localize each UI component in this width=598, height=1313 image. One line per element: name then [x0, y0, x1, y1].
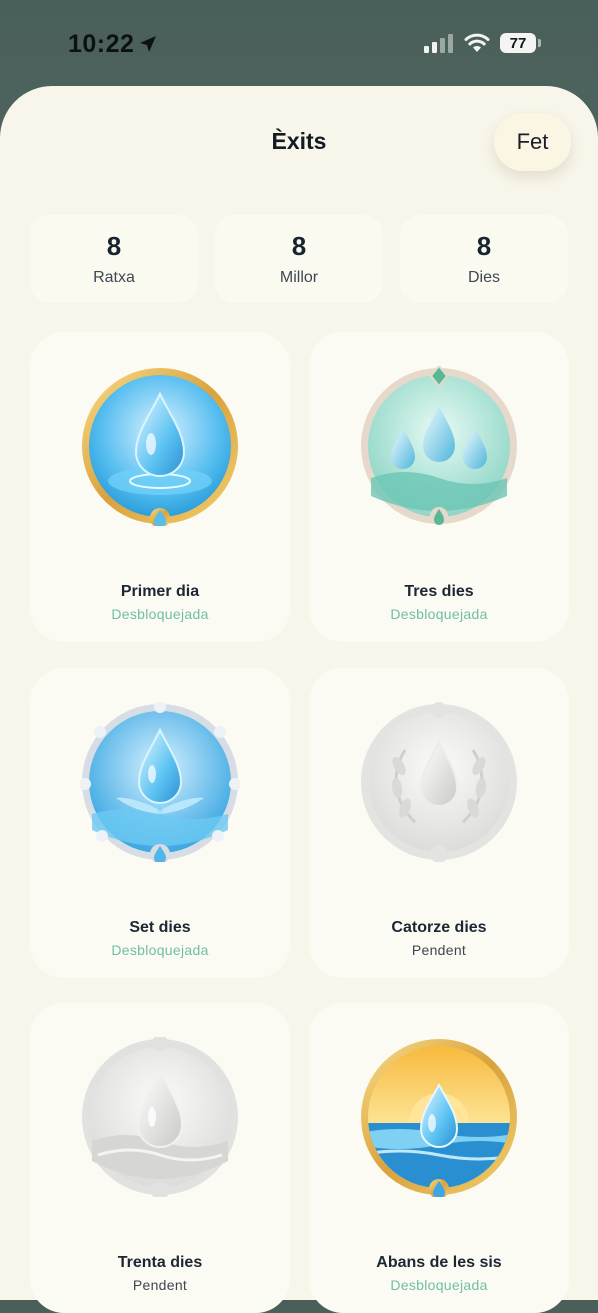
- achievement-card-three-days[interactable]: Tres dies Desbloquejada: [309, 332, 569, 642]
- laurel-drop-badge-icon: [361, 702, 517, 862]
- stat-value: 8: [291, 231, 307, 261]
- achievements-sheet: Èxits Fet 8 Ratxa 8 Millor 8 Dies Primer…: [0, 86, 598, 1313]
- clock: 10:22: [68, 30, 135, 58]
- wave-drop-badge-icon: [82, 1037, 238, 1197]
- achievement-name: Set dies: [129, 919, 191, 936]
- achievement-card-seven-days[interactable]: Set dies Desbloquejada: [30, 668, 290, 978]
- three-drops-badge-icon: [361, 366, 517, 525]
- achievement-status: Pendent: [411, 942, 467, 958]
- achievement-status: Desbloquejada: [111, 942, 209, 958]
- stat-best: 8 Millor: [215, 215, 383, 303]
- achievement-name: Catorze dies: [391, 919, 487, 936]
- achievement-card-fourteen-days[interactable]: Catorze dies Pendent: [309, 668, 569, 978]
- achievement-status: Desbloquejada: [390, 1277, 488, 1293]
- sunrise-drop-badge-icon: [361, 1039, 517, 1197]
- stat-days: 8 Dies: [400, 215, 568, 303]
- achievement-card-first-day[interactable]: Primer dia Desbloquejada: [30, 332, 290, 642]
- done-button[interactable]: Fet: [494, 113, 571, 171]
- stat-label: Dies: [467, 269, 500, 286]
- achievement-status: Pendent: [132, 1277, 188, 1293]
- lotus-drop-badge-icon: [80, 702, 240, 862]
- achievement-name: Tres dies: [404, 583, 474, 600]
- wifi-icon: [464, 33, 490, 52]
- battery-indicator: 77: [500, 33, 536, 53]
- stats-row: 8 Ratxa 8 Millor 8 Dies: [30, 215, 568, 303]
- stat-streak: 8 Ratxa: [30, 215, 198, 303]
- achievement-name: Abans de les sis: [376, 1254, 502, 1271]
- stat-value: 8: [106, 231, 122, 261]
- achievement-status: Desbloquejada: [390, 606, 488, 622]
- achievement-name: Trenta dies: [117, 1254, 203, 1271]
- cellular-signal-icon: [424, 34, 453, 53]
- water-drop-badge-icon: [82, 368, 238, 526]
- status-bar: 10:22 77: [0, 0, 598, 88]
- achievement-card-before-six[interactable]: Abans de les sis Desbloquejada: [309, 1003, 569, 1313]
- achievement-status: Desbloquejada: [111, 606, 209, 622]
- battery-tip: [538, 39, 541, 47]
- location-arrow-icon: [140, 36, 156, 52]
- achievement-name: Primer dia: [120, 583, 200, 600]
- achievement-card-thirty-days[interactable]: Trenta dies Pendent: [30, 1003, 290, 1313]
- stat-label: Ratxa: [93, 269, 135, 286]
- stat-label: Millor: [279, 269, 319, 286]
- stat-value: 8: [476, 231, 492, 261]
